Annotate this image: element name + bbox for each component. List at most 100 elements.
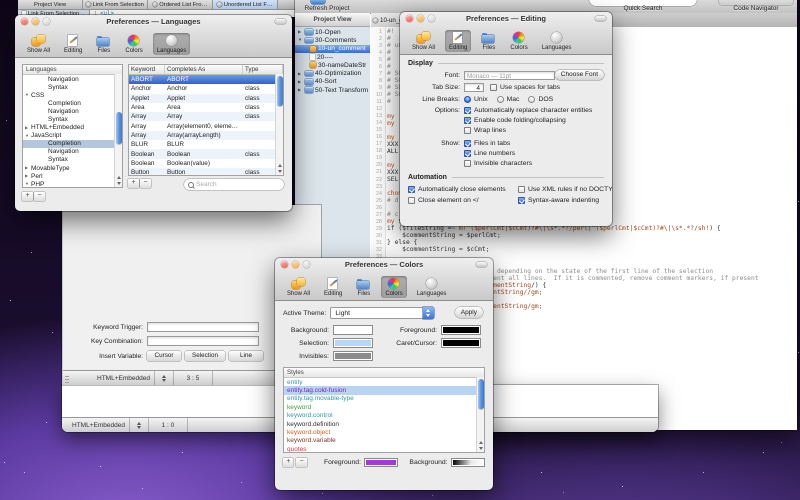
color-well[interactable] [333,338,373,348]
theme-dropdown[interactable]: Light [330,307,434,319]
toolbar-item[interactable]: Colors [506,30,531,52]
foreground-swatch[interactable] [364,458,398,467]
style-row[interactable]: keyword.definition [284,420,484,428]
document-tab[interactable]: Ordered List Fro… [148,0,213,9]
table-row[interactable]: Applet Applet class [129,94,283,103]
toolbar-item[interactable]: Colors [381,276,406,298]
language-list-item[interactable]: Completion [23,140,122,148]
language-list-item[interactable]: Navigation [23,75,122,83]
language-list-item[interactable]: Navigation [23,107,122,115]
add-button[interactable]: + [128,179,139,188]
radio-button[interactable] [528,96,535,103]
toolbar-item[interactable]: Files [352,276,375,298]
styles-header[interactable]: Styles [284,368,484,378]
keyword-trigger-field[interactable] [147,322,259,332]
radio-row[interactable]: Unix [464,96,488,103]
toolbar-item[interactable]: Languages [538,30,576,52]
table-row[interactable]: Array Array(element0, eleme… [129,121,283,130]
toolbar-item[interactable]: Languages [153,33,191,55]
language-list-item[interactable]: HTML+Embedded [23,124,122,132]
project-tree-item[interactable]: 40-Optimization [295,69,370,77]
project-tree-item[interactable]: 20---- [295,53,370,61]
project-view-header[interactable]: Project View [295,13,370,27]
language-list-item[interactable]: Navigation [23,148,122,156]
checkbox[interactable] [408,186,415,193]
disclosure-triangle-icon[interactable] [298,38,305,42]
disclosure-triangle-icon[interactable] [298,80,305,84]
checkbox-row[interactable]: Wrap lines [464,126,592,136]
scrollbar[interactable] [114,74,122,187]
font-field[interactable]: Monaco — 11pt [464,71,555,80]
language-list-item[interactable]: Completion [23,99,122,107]
style-row[interactable]: entity.tag.cold-fusion [284,386,484,394]
language-list-item[interactable]: Syntax [23,83,122,91]
scrollbar[interactable] [275,74,283,175]
language-list-item[interactable]: JavaScript [23,132,122,140]
insert-line-button[interactable]: Line [229,351,263,361]
search-input[interactable]: Search [184,179,284,190]
toolbar-item[interactable]: Editing [445,30,471,52]
toolbar-toggle-button[interactable] [595,16,606,21]
checkbox[interactable] [518,186,525,193]
toolbar-item[interactable]: Colors [121,33,146,55]
column-type[interactable]: Type [243,65,283,74]
disclosure-triangle-icon[interactable] [298,72,305,76]
stepper-arrows-icon[interactable] [134,422,144,429]
add-button[interactable]: + [283,458,293,467]
remove-button[interactable]: − [296,458,306,467]
scrollbar[interactable] [476,377,484,452]
radio-row[interactable]: DOS [528,96,553,103]
checkbox-row[interactable]: Automatically replace character entities [464,106,592,116]
table-row[interactable]: ABORT ABORT [129,75,283,84]
table-row[interactable]: Array Array class [129,112,283,121]
color-well[interactable] [333,351,373,361]
table-row[interactable]: Button Button class [129,168,283,176]
project-tree-item[interactable]: 10-un_comment [295,45,370,53]
project-tree-item[interactable]: 30-Comments [295,36,370,44]
radio-row[interactable]: Mac [497,96,520,103]
style-row[interactable]: keyword.variable [284,437,484,445]
checkbox[interactable] [464,140,471,147]
refresh-project-icon[interactable] [311,0,325,4]
table-header[interactable]: Keyword Completes As Type [129,65,283,75]
toolbar-item[interactable]: Editing [320,276,346,298]
title-bar[interactable]: Preferences — Colors [275,258,493,271]
list-header[interactable]: Languages [23,65,122,75]
document-tab[interactable]: Link From Selection [83,0,148,9]
key-combination-field[interactable] [147,336,259,346]
checkbox-row[interactable]: Close element on </ [408,196,518,206]
disclosure-triangle-icon[interactable] [298,88,305,92]
toolbar-toggle-button[interactable] [476,262,487,267]
remove-button[interactable]: − [140,179,151,188]
insert-selection-button[interactable]: Selection [185,351,225,361]
insert-cursor-button[interactable]: Cursor [147,351,181,361]
tab-size-field[interactable]: 4 [464,83,484,92]
language-list-item[interactable]: Perl [23,172,122,180]
apply-button[interactable]: Apply [455,307,483,318]
checkbox[interactable] [518,197,525,204]
column-completes-as[interactable]: Completes As [165,65,243,74]
table-row[interactable]: Array Array(arrayLength) [129,131,283,140]
stepper-arrows-icon[interactable] [159,375,169,382]
toolbar-item[interactable]: Languages [413,276,451,298]
scrollbar-thumb[interactable] [116,112,122,145]
language-list-item[interactable]: PHP [23,180,122,188]
use-spaces-checkbox-row[interactable]: Use spaces for tabs [490,83,560,93]
checkbox-row[interactable]: Syntax-aware indenting [518,196,612,206]
color-well[interactable] [441,338,481,348]
checkbox[interactable] [490,84,497,91]
toolbar-item[interactable]: Show All [23,33,54,55]
checkbox-row[interactable]: Line numbers [464,149,532,159]
checkbox[interactable] [464,127,471,134]
toolbar-item[interactable]: Files [477,30,500,52]
style-row[interactable]: keyword.control [284,412,484,420]
table-row[interactable]: Anchor Anchor class [129,84,283,93]
project-tree-item[interactable]: 50-Text Transform [295,86,370,94]
title-bar[interactable]: Preferences — Editing [400,12,612,25]
title-bar[interactable]: Preferences — Languages [15,15,292,28]
style-row[interactable]: entity [284,378,484,386]
add-button[interactable]: + [22,192,33,201]
checkbox-row[interactable]: Automatically close elements [408,185,518,195]
checkbox[interactable] [464,107,471,114]
checkbox[interactable] [464,150,471,157]
